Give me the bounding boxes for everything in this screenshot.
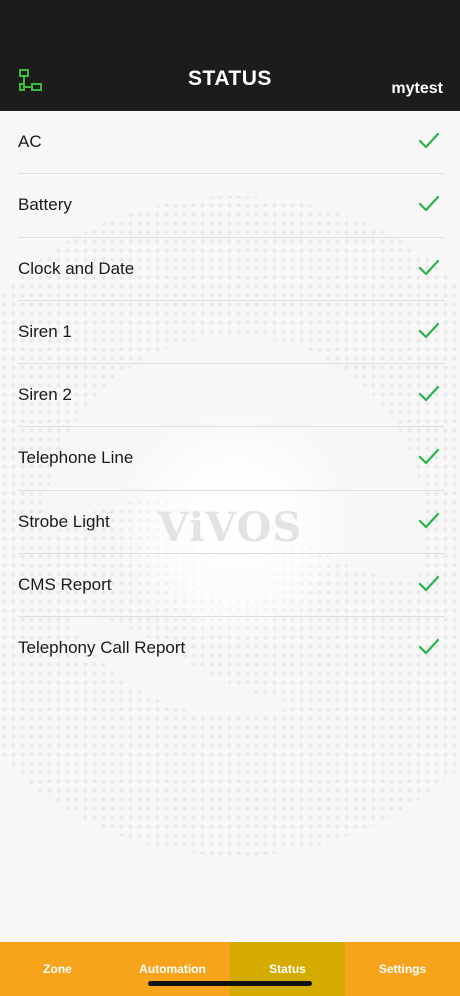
status-list: AC Battery Clock and Date Siren 1 Siren … bbox=[0, 111, 460, 681]
status-label: Telephone Line bbox=[18, 448, 134, 468]
checkmark-icon bbox=[418, 639, 440, 655]
checkmark-icon bbox=[418, 196, 440, 212]
status-row-ac[interactable]: AC bbox=[18, 111, 444, 175]
status-label: Siren 2 bbox=[18, 385, 72, 405]
status-row-strobe-light[interactable]: Strobe Light bbox=[18, 491, 444, 555]
checkmark-icon bbox=[418, 386, 440, 402]
status-row-telephone-line[interactable]: Telephone Line bbox=[18, 427, 444, 491]
checkmark-icon bbox=[418, 512, 440, 528]
status-row-cms-report[interactable]: CMS Report bbox=[18, 554, 444, 618]
status-content: ViVOS AC Battery Clock and Date Siren 1 … bbox=[0, 111, 460, 942]
status-label: Strobe Light bbox=[18, 511, 110, 531]
home-indicator bbox=[148, 981, 312, 986]
status-label: AC bbox=[18, 132, 42, 151]
status-row-battery[interactable]: Battery bbox=[18, 174, 444, 238]
user-name[interactable]: mytest bbox=[391, 80, 443, 98]
tab-settings[interactable]: Settings bbox=[345, 942, 460, 996]
checkmark-icon bbox=[418, 575, 440, 592]
checkmark-icon bbox=[418, 259, 440, 275]
checkmark-icon bbox=[418, 449, 440, 465]
bottom-tab-bar: Zone Automation Status Settings bbox=[0, 942, 460, 996]
checkmark-icon bbox=[418, 322, 440, 338]
status-label: Clock and Date bbox=[18, 258, 135, 278]
status-row-siren-2[interactable]: Siren 2 bbox=[18, 364, 444, 428]
tab-automation[interactable]: Automation bbox=[115, 942, 230, 996]
tab-status[interactable]: Status bbox=[230, 942, 345, 996]
status-label: Siren 1 bbox=[18, 321, 72, 341]
status-row-clock-and-date[interactable]: Clock and Date bbox=[18, 238, 444, 301]
top-bar: STATUS mytest bbox=[0, 0, 460, 111]
tab-zone[interactable]: Zone bbox=[0, 942, 115, 996]
checkmark-icon bbox=[418, 132, 440, 149]
status-row-siren-1[interactable]: Siren 1 bbox=[18, 301, 444, 365]
status-row-telephony-call-report[interactable]: Telephony Call Report bbox=[18, 617, 444, 680]
status-label: Battery bbox=[18, 195, 72, 215]
status-label: CMS Report bbox=[18, 575, 112, 595]
status-label: Telephony Call Report bbox=[18, 638, 186, 658]
